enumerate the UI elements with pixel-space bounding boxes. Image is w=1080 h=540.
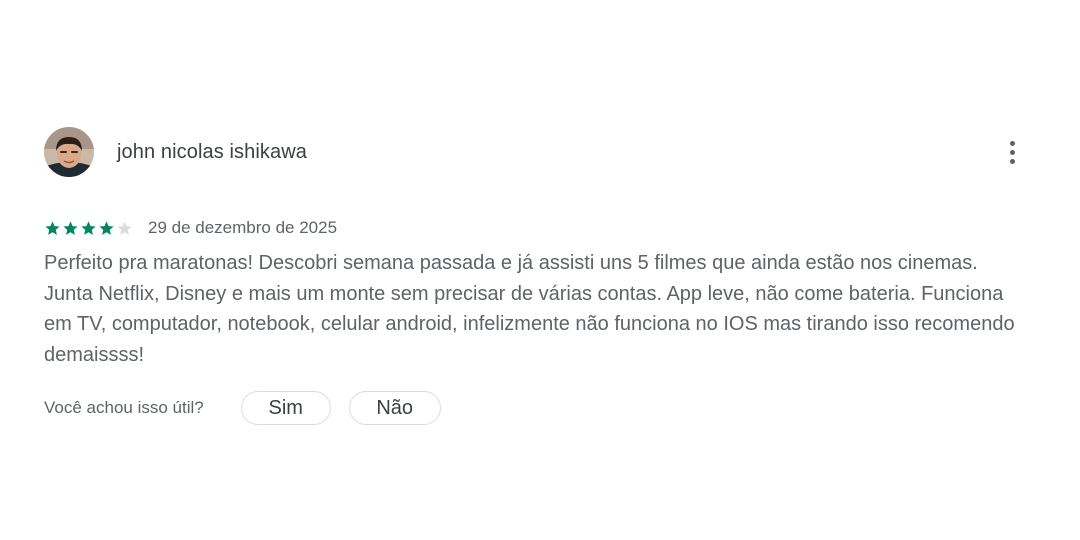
more-vert-icon-dot-3 (1009, 158, 1015, 164)
star-filled-icon (45, 220, 60, 235)
star-filled-icon (99, 220, 114, 235)
review-meta: 29 de dezembro de 2025 (44, 216, 1036, 240)
helpful-section: Você achou isso útil? Sim Não (44, 391, 1036, 425)
review-date: 29 de dezembro de 2025 (148, 218, 338, 237)
star-filled-icon (63, 220, 78, 235)
helpful-no-button[interactable]: Não (348, 391, 441, 425)
star-filled-icon (81, 220, 96, 235)
author-name: john nicolas ishikawa (117, 140, 307, 163)
avatar-image (44, 127, 94, 177)
more-vert-icon-dot-2 (1009, 149, 1015, 155)
more-vert-icon (1009, 140, 1015, 146)
helpful-yes-button[interactable]: Sim (240, 391, 331, 425)
review-card: john nicolas ishikawa 29 de dezembro de … (44, 127, 1036, 425)
avatar (44, 127, 94, 177)
review-header: john nicolas ishikawa (44, 127, 1036, 177)
star-rating (44, 220, 133, 237)
review-text: Perfeito pra maratonas! Descobri semana … (44, 252, 1015, 366)
helpful-question: Você achou isso útil? (44, 398, 204, 417)
more-options-button[interactable] (1000, 135, 1024, 169)
star-empty-icon (117, 220, 132, 235)
